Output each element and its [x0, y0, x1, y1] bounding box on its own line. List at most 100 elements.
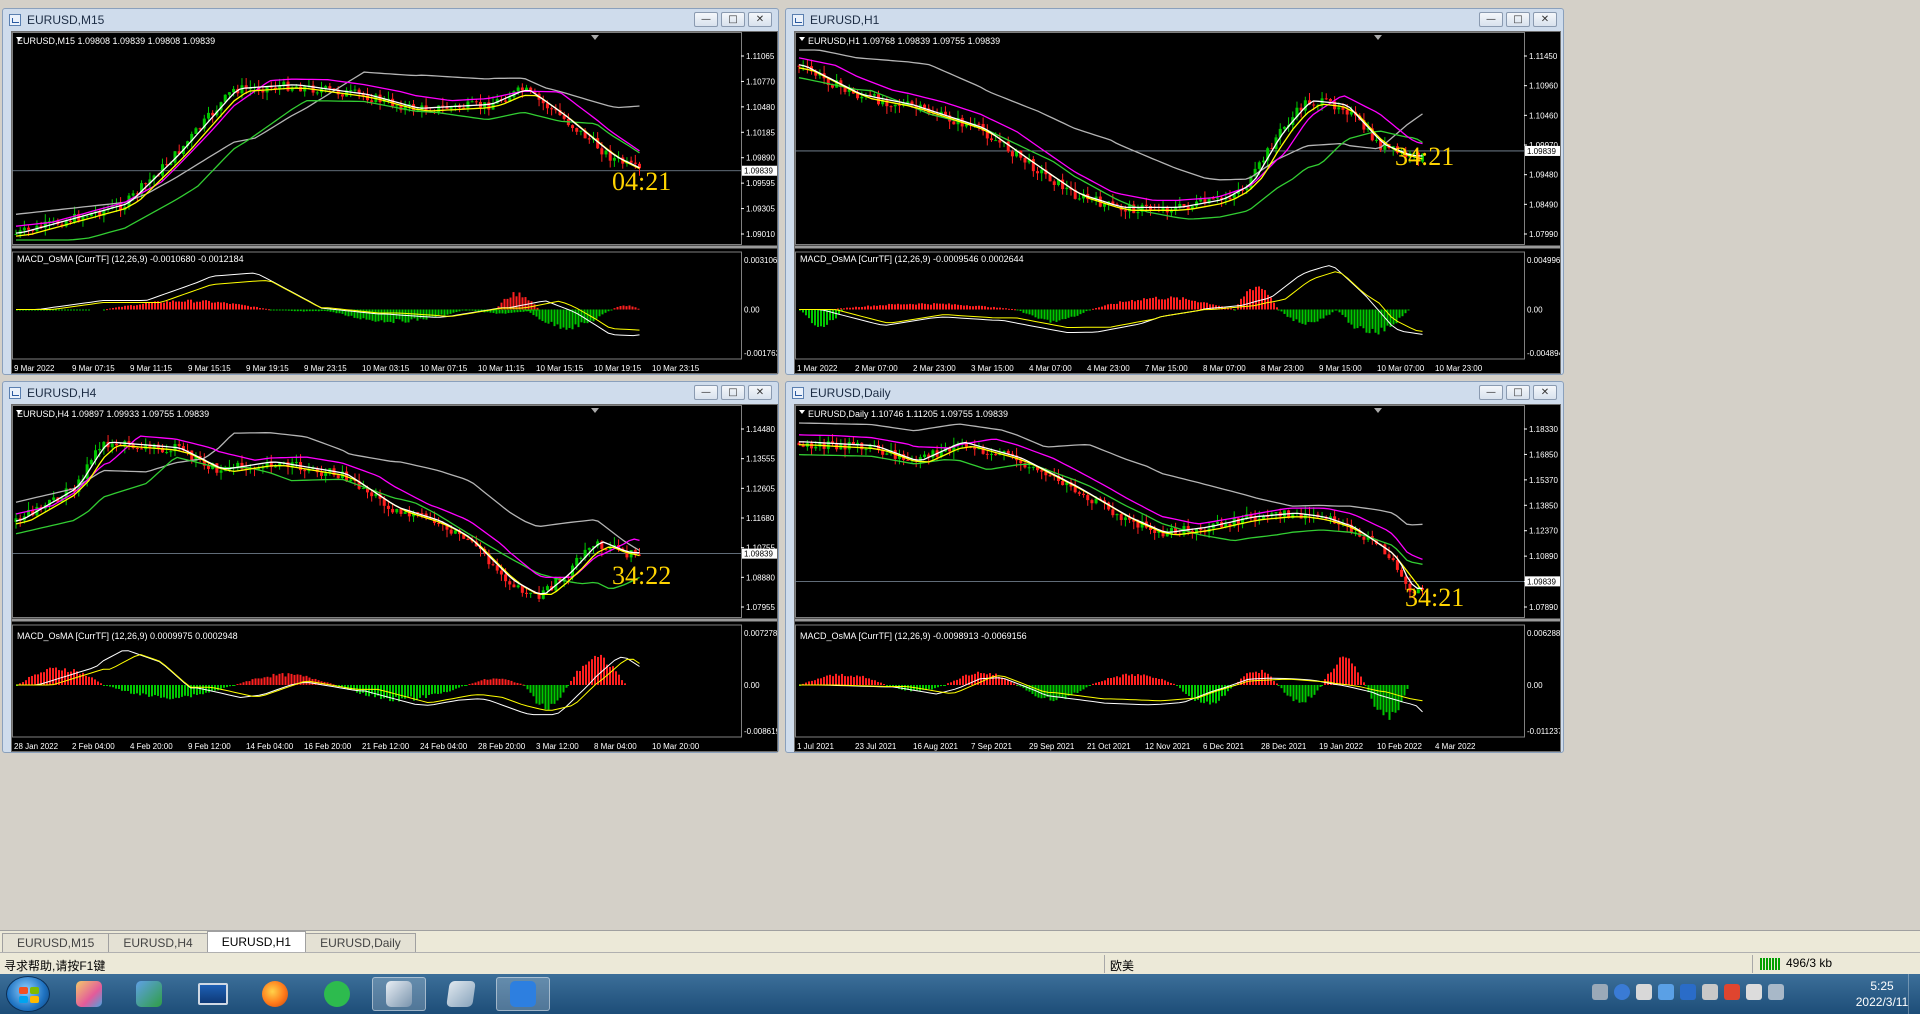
macd-bar — [933, 303, 935, 310]
macd-bar — [1022, 309, 1025, 313]
connection-status[interactable]: 496/3 kb — [1760, 956, 1832, 970]
candle-body — [545, 586, 549, 591]
macd-bar — [1364, 685, 1367, 686]
macd-bar — [52, 668, 54, 685]
minimize-button[interactable]: — — [694, 385, 718, 400]
price-chart-canvas[interactable]: 1.18330 1.16850 1.15370 1.13850 1.12370 1.108… — [795, 405, 1561, 752]
macd-bar — [1357, 672, 1359, 685]
time-label: 3 Mar 15:00 — [971, 364, 1014, 373]
macd-bar — [217, 685, 219, 691]
candle-body — [1328, 99, 1332, 102]
macd-bar — [1403, 685, 1406, 696]
macd-bar — [553, 309, 556, 327]
minimize-button[interactable]: — — [694, 12, 718, 27]
time-label: 23 Jul 2021 — [855, 742, 897, 751]
macd-bar — [431, 685, 433, 695]
paint-app-icon[interactable] — [62, 977, 116, 1011]
macd-bar — [1276, 683, 1278, 685]
price-chart-canvas[interactable]: 1.11065 1.10770 1.10480 1.10185 1.09890 1.095… — [12, 32, 778, 374]
macd-bar — [1224, 685, 1226, 696]
time-label: 9 Mar 15:00 — [1319, 364, 1362, 373]
macd-bar — [202, 300, 204, 310]
cloud-tray-icon[interactable] — [1658, 984, 1674, 1000]
help-tray-icon[interactable] — [1614, 984, 1630, 1000]
macd-bar — [368, 685, 370, 697]
macd-bar — [326, 309, 329, 312]
price-label: 1.07955 — [746, 603, 775, 612]
chart-area[interactable]: 1.11450 1.10960 1.10460 1.09970 1.09480 1.084… — [794, 31, 1561, 374]
macd-bar — [931, 685, 933, 690]
window-titlebar[interactable]: EURUSD,H1 — □ ✕ — [786, 9, 1563, 31]
macd-bar — [559, 685, 562, 698]
chart-area[interactable]: 1.14480 1.13555 1.12605 1.11680 1.10755 1.088… — [11, 404, 778, 752]
window-titlebar[interactable]: EURUSD,H4 — □ ✕ — [3, 382, 778, 404]
antivirus-tray-icon[interactable] — [1724, 984, 1740, 1000]
candle-body — [324, 473, 328, 476]
time-label: 19 Jan 2022 — [1319, 742, 1364, 751]
price-label: 1.09890 — [746, 154, 775, 163]
macd-bar — [266, 676, 269, 685]
notepad-app-icon[interactable] — [434, 977, 488, 1011]
macd-bar — [1110, 678, 1112, 685]
macd-bar — [1010, 681, 1012, 685]
chart-window-h1[interactable]: EURUSD,H1 — □ ✕ 1.11450 1.10960 1.10460 1.0… — [785, 8, 1564, 375]
macd-bar — [1321, 685, 1323, 686]
macd-bar — [241, 304, 243, 310]
close-button[interactable]: ✕ — [1533, 385, 1557, 400]
minimize-button[interactable]: — — [1479, 12, 1503, 27]
flag-tray-icon[interactable] — [1636, 984, 1652, 1000]
macd-bar — [1016, 685, 1019, 686]
price-chart-canvas[interactable]: 1.114501.109601.104601.099701.094801.084… — [795, 32, 1561, 374]
macd-bar — [1191, 300, 1193, 310]
keyboard-tray-icon[interactable] — [1592, 984, 1608, 1000]
macd-bar — [425, 685, 427, 699]
time-label: 16 Aug 2021 — [913, 742, 958, 751]
macd-axis-label: -0.001763 — [744, 349, 778, 358]
candle-body — [286, 81, 290, 91]
tab-eurusd-h4[interactable]: EURUSD,H4 — [108, 933, 208, 952]
wechat-app-icon[interactable] — [310, 977, 364, 1011]
mt4-app-icon[interactable] — [372, 977, 426, 1011]
tab-eurusd-h1[interactable]: EURUSD,H1 — [206, 931, 307, 952]
chart-area[interactable]: 1.11065 1.10770 1.10480 1.10185 1.09890 1.095… — [11, 31, 778, 374]
maximize-button[interactable]: □ — [721, 385, 745, 400]
macd-bar — [1113, 677, 1115, 685]
window-titlebar[interactable]: EURUSD,M15 — □ ✕ — [3, 9, 778, 31]
network-tray-icon[interactable] — [1746, 984, 1762, 1000]
chart-window-h4[interactable]: EURUSD,H4 — □ ✕ 1.14480 1.13555 1.12605 1.1… — [2, 381, 779, 753]
start-orb-icon[interactable] — [6, 976, 50, 1012]
chart-window-m15[interactable]: EURUSD,M15 — □ ✕ 1.11065 1.10770 1.10480 1.… — [2, 8, 779, 375]
chart-area[interactable]: 1.18330 1.16850 1.15370 1.13850 1.12370 1.108… — [794, 404, 1561, 752]
close-button[interactable]: ✕ — [1533, 12, 1557, 27]
candle-body — [525, 592, 529, 594]
monitor-app-icon[interactable] — [186, 977, 240, 1011]
maximize-button[interactable]: □ — [1506, 385, 1530, 400]
firefox-app-icon[interactable] — [248, 977, 302, 1011]
macd-bar — [535, 309, 538, 317]
maximize-button[interactable]: □ — [1506, 12, 1530, 27]
window-titlebar[interactable]: EURUSD,Daily — □ ✕ — [786, 382, 1563, 404]
candle-body — [847, 442, 851, 450]
macd-bar — [990, 307, 992, 310]
note-app-icon[interactable] — [496, 977, 550, 1011]
close-button[interactable]: ✕ — [748, 385, 772, 400]
shield-tray-icon[interactable] — [1680, 984, 1696, 1000]
macd-bar — [103, 685, 105, 686]
macd-bar — [1338, 309, 1341, 313]
tab-eurusd-m15[interactable]: EURUSD,M15 — [2, 933, 110, 952]
minimize-button[interactable]: — — [1479, 385, 1503, 400]
macd-bar — [957, 304, 959, 310]
signal-tray-icon[interactable] — [1768, 984, 1784, 1000]
maximize-button[interactable]: □ — [721, 12, 745, 27]
taskbar-clock[interactable]: 5:25 2022/3/11 — [1848, 978, 1916, 1010]
price-label: 1.10480 — [746, 103, 775, 112]
contacts-app-icon[interactable] — [122, 977, 176, 1011]
macd-bar — [1310, 309, 1313, 323]
tab-eurusd-daily[interactable]: EURUSD,Daily — [305, 933, 416, 952]
volume-tray-icon[interactable] — [1702, 984, 1718, 1000]
status-profile[interactable]: 欧美 — [1110, 957, 1134, 974]
candle-body — [504, 100, 508, 102]
close-button[interactable]: ✕ — [748, 12, 772, 27]
show-desktop-button[interactable] — [1908, 974, 1920, 1014]
chart-window-daily[interactable]: EURUSD,Daily — □ ✕ 1.18330 1.16850 1.15370… — [785, 381, 1564, 753]
